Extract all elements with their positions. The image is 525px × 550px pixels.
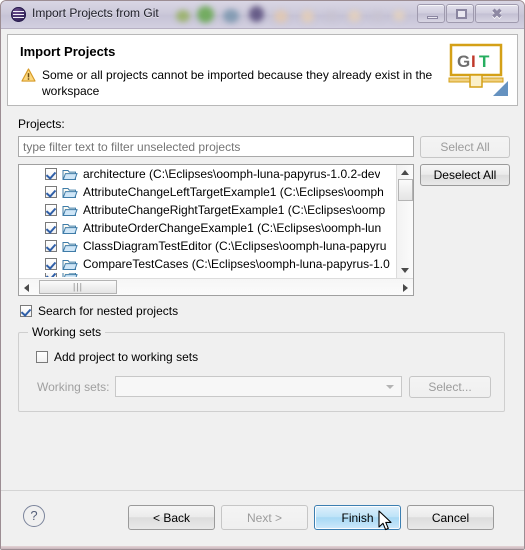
cancel-button[interactable]: Cancel: [407, 505, 494, 530]
list-item[interactable]: ClassDiagramTestEditor (C:\Eclipses\oomp…: [19, 237, 396, 255]
project-checkbox[interactable]: [45, 186, 57, 198]
add-project-to-working-sets-checkbox[interactable]: Add project to working sets: [36, 350, 198, 364]
vertical-scroll-thumb[interactable]: [398, 179, 413, 201]
scroll-down-icon[interactable]: [401, 268, 409, 273]
folder-icon: [62, 258, 78, 271]
next-button[interactable]: Next >: [221, 505, 308, 530]
checkbox-box[interactable]: [36, 351, 48, 363]
projects-list[interactable]: architecture (C:\Eclipses\oomph-luna-pap…: [18, 164, 414, 296]
chevron-down-icon: [386, 385, 394, 389]
import-projects-dialog: Import Projects from Git ✖ Import Projec…: [0, 0, 525, 550]
list-item-label: ClassDiagramTestEditor (C:\Eclipses\oomp…: [83, 239, 387, 253]
working-sets-group-title: Working sets: [28, 325, 106, 339]
search-nested-projects-checkbox[interactable]: Search for nested projects: [20, 304, 178, 318]
checkbox-box[interactable]: [20, 305, 32, 317]
maximize-icon: [456, 9, 467, 19]
project-checkbox[interactable]: [45, 168, 57, 180]
folder-icon: [62, 240, 78, 253]
status-message: Some or all projects cannot be imported …: [42, 68, 433, 98]
footer-separator: [1, 490, 524, 491]
git-repository-icon: [11, 7, 26, 22]
svg-text:G: G: [457, 52, 470, 71]
list-item-label: AttributeChangeLeftTargetExample1 (C:\Ec…: [83, 185, 384, 199]
list-item[interactable]: AttributeChangeLeftTargetExample1 (C:\Ec…: [19, 183, 396, 201]
window-frame-bottom: [1, 546, 524, 549]
scroll-right-icon[interactable]: [403, 284, 408, 292]
list-item-clipped[interactable]: [19, 273, 396, 277]
projects-list-rows: architecture (C:\Eclipses\oomph-luna-pap…: [19, 165, 396, 278]
working-sets-combo[interactable]: [115, 376, 402, 397]
select-all-button[interactable]: Select All: [420, 136, 510, 158]
horizontal-scroll-thumb[interactable]: |||: [39, 280, 117, 294]
finish-button[interactable]: Finish: [314, 505, 401, 530]
list-item[interactable]: CompareTestCases (C:\Eclipses\oomph-luna…: [19, 255, 396, 273]
close-button[interactable]: ✖: [475, 4, 519, 23]
folder-icon: [62, 273, 78, 277]
scroll-up-icon[interactable]: [401, 170, 409, 175]
window-controls: ✖: [417, 4, 519, 23]
projects-label: Projects:: [18, 117, 65, 131]
scroll-left-icon[interactable]: [24, 284, 29, 292]
maximize-button[interactable]: [446, 4, 474, 23]
project-checkbox[interactable]: [45, 204, 57, 216]
back-button[interactable]: < Back: [128, 505, 215, 530]
list-item-label: architecture (C:\Eclipses\oomph-luna-pap…: [83, 167, 381, 181]
select-working-sets-button[interactable]: Select...: [409, 376, 491, 398]
working-sets-label: Working sets:: [37, 380, 110, 394]
list-item[interactable]: architecture (C:\Eclipses\oomph-luna-pap…: [19, 165, 396, 183]
working-sets-group: Working sets Add project to working sets…: [18, 325, 505, 412]
project-checkbox[interactable]: [45, 240, 57, 252]
folder-icon: [62, 186, 78, 199]
minimize-icon: [427, 16, 438, 19]
list-vertical-scrollbar[interactable]: [396, 165, 413, 278]
checkbox-label: Add project to working sets: [54, 350, 199, 364]
list-item-label: CompareTestCases (C:\Eclipses\oomph-luna…: [83, 257, 390, 271]
project-checkbox[interactable]: [45, 258, 57, 270]
checkbox-label: Search for nested projects: [38, 304, 179, 318]
svg-text:I: I: [471, 52, 476, 71]
minimize-button[interactable]: [417, 4, 445, 23]
folder-icon: [62, 204, 78, 217]
scroll-thumb-grip: |||: [72, 281, 84, 292]
list-item-label: AttributeOrderChangeExample1 (C:\Eclipse…: [83, 221, 382, 235]
title-bar[interactable]: Import Projects from Git ✖: [1, 1, 524, 29]
window-title: Import Projects from Git: [32, 6, 159, 20]
list-horizontal-scrollbar[interactable]: |||: [19, 278, 413, 295]
list-item[interactable]: AttributeOrderChangeExample1 (C:\Eclipse…: [19, 219, 396, 237]
folder-icon: [62, 222, 78, 235]
svg-text:T: T: [479, 52, 490, 71]
list-item[interactable]: AttributeChangeRightTargetExample1 (C:\E…: [19, 201, 396, 219]
deselect-all-button[interactable]: Deselect All: [420, 164, 510, 186]
dialog-header: Import Projects Some or all projects can…: [7, 34, 518, 106]
project-checkbox[interactable]: [45, 222, 57, 234]
page-title: Import Projects: [20, 44, 116, 59]
help-button[interactable]: ?: [23, 505, 45, 527]
list-item-label: AttributeChangeRightTargetExample1 (C:\E…: [83, 203, 386, 217]
git-logo: G I T: [448, 43, 508, 96]
project-checkbox[interactable]: [45, 273, 57, 277]
folder-icon: [62, 168, 78, 181]
warning-icon: [21, 68, 36, 82]
project-filter-input[interactable]: [18, 136, 414, 157]
close-icon: ✖: [491, 6, 503, 21]
